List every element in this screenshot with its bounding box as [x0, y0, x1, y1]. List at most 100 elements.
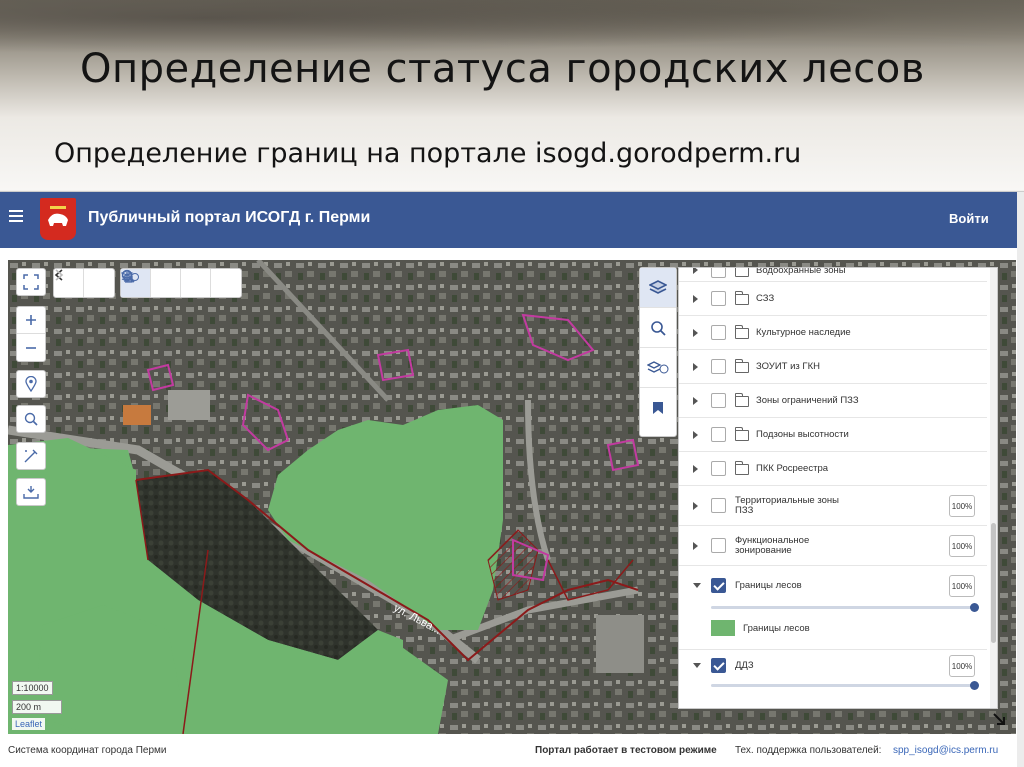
measure-button[interactable]: [16, 442, 46, 470]
folder-icon: [735, 268, 749, 277]
layer-name: Границы лесов: [735, 580, 802, 591]
layer-info-icon: [647, 360, 669, 373]
map-search-button[interactable]: [16, 405, 46, 433]
layer-name-line2: зонирование: [735, 545, 792, 556]
layer-name: Водоохранные зоны: [756, 267, 846, 276]
legend-swatch: [711, 620, 735, 636]
layer-checkbox[interactable]: [711, 578, 726, 593]
expand-caret-icon[interactable]: [693, 329, 698, 337]
opacity-slider[interactable]: [711, 681, 979, 690]
layer-row[interactable]: ЗОУИТ из ГКН: [679, 350, 987, 384]
bookmark-icon: [653, 402, 663, 414]
layer-checkbox[interactable]: [711, 359, 726, 374]
opacity-button[interactable]: 100%: [949, 575, 975, 597]
zoom-out-area-button[interactable]: [121, 269, 211, 297]
search-icon: [651, 320, 666, 336]
expand-caret-icon[interactable]: [693, 431, 698, 439]
layer-info-button[interactable]: [121, 269, 241, 297]
search-tab[interactable]: [640, 308, 676, 348]
legend-label: Границы лесов: [743, 623, 810, 634]
layer-name-line2: ПЗЗ: [735, 505, 754, 516]
layer-row-expanded[interactable]: Границы лесов 100% Границы лесов: [679, 566, 987, 650]
layer-row-expanded[interactable]: ДДЗ 100%: [679, 650, 987, 698]
expand-caret-icon[interactable]: [693, 502, 698, 510]
fullscreen-button[interactable]: [16, 268, 46, 296]
layer-row[interactable]: ПКК Росреестра: [679, 452, 987, 486]
opacity-slider[interactable]: [711, 603, 979, 612]
resize-icon[interactable]: [992, 712, 1006, 726]
layers-icon: [649, 279, 667, 294]
expand-caret-icon[interactable]: [693, 363, 698, 371]
opacity-button[interactable]: 100%: [949, 495, 975, 517]
opacity-button[interactable]: 100%: [949, 655, 975, 677]
panel-scrollbar[interactable]: [990, 268, 997, 708]
support-label: Тех. поддержка пользователей:: [735, 745, 882, 756]
layer-checkbox[interactable]: [711, 658, 726, 673]
scroll-thumb[interactable]: [991, 523, 996, 643]
layers-tab[interactable]: [640, 268, 676, 308]
zoom-in-area-button[interactable]: [121, 269, 181, 297]
leaflet-attribution[interactable]: Leaflet: [12, 718, 46, 730]
layer-checkbox[interactable]: [711, 538, 726, 553]
layer-name: Подзоны высотности: [756, 429, 849, 440]
zoom-out-button[interactable]: [17, 334, 45, 361]
page-scrollbar[interactable]: [1017, 192, 1024, 767]
layer-row[interactable]: СЗЗ: [679, 282, 987, 316]
portal-window: Публичный портал ИСОГД г. Перми Войти ул…: [0, 191, 1024, 767]
slider-knob[interactable]: [970, 603, 979, 612]
expand-caret-icon[interactable]: [693, 268, 698, 274]
layer-checkbox[interactable]: [711, 325, 726, 340]
layer-name: Культурное наследие: [756, 327, 851, 338]
layer-checkbox[interactable]: [711, 393, 726, 408]
layer-checkbox[interactable]: [711, 268, 726, 278]
layer-checkbox[interactable]: [711, 498, 726, 513]
layer-checkbox[interactable]: [711, 291, 726, 306]
collapse-caret-icon[interactable]: [693, 583, 701, 588]
layer-row[interactable]: Подзоны высотности: [679, 418, 987, 452]
expand-caret-icon[interactable]: [693, 295, 698, 303]
zoom-out-icon: [26, 346, 36, 349]
opacity-button[interactable]: 100%: [949, 535, 975, 557]
folder-icon: [735, 427, 749, 441]
folder-icon: [735, 461, 749, 475]
support-email-link[interactable]: spp_isogd@ics.perm.ru: [893, 745, 998, 756]
download-button[interactable]: [16, 478, 46, 506]
layer-checkbox[interactable]: [711, 427, 726, 442]
layer-row[interactable]: Функциональное зонирование 100%: [679, 526, 987, 566]
coord-system: Система координат города Перми: [8, 745, 167, 756]
zoom-control: [16, 306, 46, 362]
map-tools-toolbar: [120, 268, 242, 298]
side-tools: [639, 267, 677, 437]
login-button[interactable]: Войти: [949, 211, 989, 226]
layer-row[interactable]: Территориальные зоны ПЗЗ 100%: [679, 486, 987, 526]
layer-row[interactable]: Зоны ограничений ПЗЗ: [679, 384, 987, 418]
layer-name: Территориальные зоны ПЗЗ: [735, 496, 839, 516]
bookmarks-tab[interactable]: [640, 388, 676, 428]
expand-caret-icon[interactable]: [693, 465, 698, 473]
location-pin-icon: [25, 376, 37, 392]
menu-icon[interactable]: [9, 210, 23, 224]
collapse-caret-icon[interactable]: [693, 663, 701, 668]
layer-name: ПКК Росреестра: [756, 463, 829, 474]
layer-name: СЗЗ: [756, 293, 775, 304]
layer-checkbox[interactable]: [711, 461, 726, 476]
scale-bar: 200 m: [12, 700, 62, 714]
layer-row[interactable]: Культурное наследие: [679, 316, 987, 350]
scale-ratio: 1:10000: [12, 681, 53, 695]
folder-icon: [735, 325, 749, 339]
history-toolbar: [53, 268, 115, 298]
crest-logo: [40, 198, 76, 240]
layer-name: Зоны ограничений ПЗЗ: [756, 395, 859, 406]
forward-button[interactable]: [55, 269, 114, 297]
portal-title: Публичный портал ИСОГД г. Перми: [88, 209, 371, 226]
locate-button[interactable]: [16, 370, 46, 398]
layer-row[interactable]: Водоохранные зоны: [679, 267, 987, 282]
layer-name: Функциональное зонирование: [735, 536, 809, 556]
layer-info-tab[interactable]: [640, 348, 676, 388]
forward-arrow-icon: [55, 269, 64, 281]
slider-knob[interactable]: [970, 681, 979, 690]
expand-caret-icon[interactable]: [693, 397, 698, 405]
zoom-in-button[interactable]: [17, 307, 45, 334]
expand-caret-icon[interactable]: [693, 542, 698, 550]
folder-icon: [735, 359, 749, 373]
